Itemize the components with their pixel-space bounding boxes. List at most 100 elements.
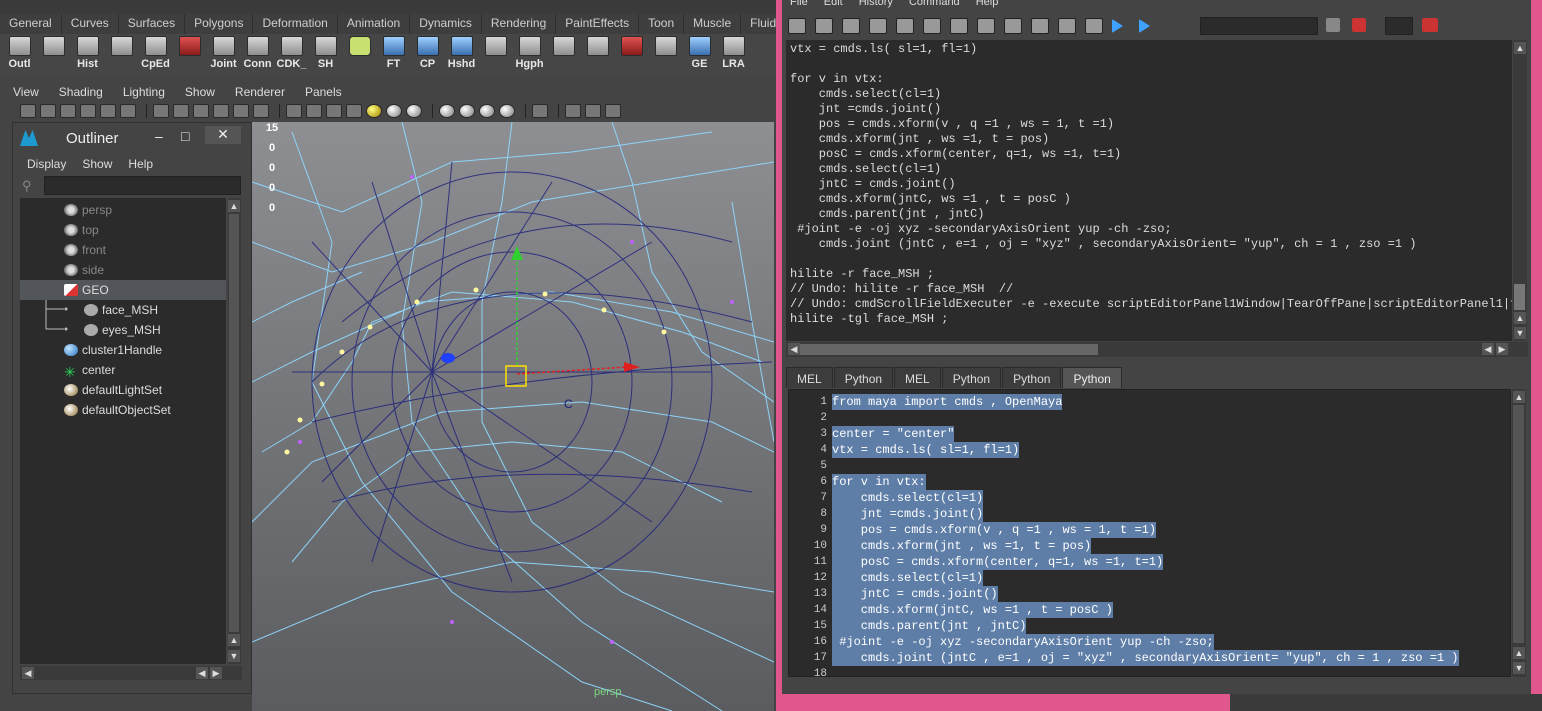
clear-history-icon[interactable] xyxy=(896,18,914,34)
code-line[interactable] xyxy=(832,458,838,474)
shelf-button-4[interactable]: CpEd xyxy=(140,34,171,72)
shelf-button-9[interactable]: SH xyxy=(310,34,341,72)
script-tab-0[interactable]: MEL xyxy=(786,367,833,388)
source-script-icon[interactable] xyxy=(815,18,833,34)
scroll-down-icon[interactable]: ▼ xyxy=(1513,662,1525,674)
scroll-right-icon[interactable]: ▶ xyxy=(210,667,222,679)
grease-pencil-icon[interactable] xyxy=(120,104,136,118)
code-line[interactable]: cmds.xform(jnt , ws =1, t = pos) xyxy=(832,538,1092,554)
outliner-menu-0[interactable]: Display xyxy=(20,154,75,172)
shelf-tab-3[interactable]: Polygons xyxy=(185,14,254,34)
input-vertical-scrollbar[interactable]: ▲ ▲ ▼ xyxy=(1512,389,1526,677)
outliner-item[interactable]: face_MSH xyxy=(20,300,226,320)
shelf-button-11[interactable]: FT xyxy=(378,34,409,72)
resolution-gate-icon[interactable] xyxy=(193,104,209,118)
show-input-icon[interactable] xyxy=(1004,18,1022,34)
scroll-up-icon[interactable]: ▲ xyxy=(228,200,240,212)
scroll-up-icon[interactable]: ▲ xyxy=(1513,647,1525,659)
outliner-item[interactable]: front xyxy=(20,240,226,260)
code-line[interactable]: pos = cmds.xform(v , q =1 , ws = 1, t =1… xyxy=(832,522,1157,538)
code-line[interactable]: posC = cmds.xform(center, q=1, ws =1, t=… xyxy=(832,554,1164,570)
scroll-thumb[interactable] xyxy=(800,344,1098,355)
script-input-pane[interactable]: 1 2 3 4 5 6 7 8 9 10 11 12 13 14 15 16 17 18 from maya imp… xyxy=(788,389,1511,677)
camera-attributes-icon[interactable] xyxy=(40,104,56,118)
shelf-button-17[interactable] xyxy=(582,34,613,72)
shelf-button-0[interactable]: Outl xyxy=(4,34,35,72)
minimize-icon[interactable]: – xyxy=(155,128,163,144)
outliner-item[interactable]: top xyxy=(20,220,226,240)
screen-space-ao-icon[interactable] xyxy=(406,104,422,118)
code-line[interactable] xyxy=(832,666,838,676)
scroll-thumb[interactable] xyxy=(229,214,239,632)
save-to-shelf-icon[interactable] xyxy=(869,18,887,34)
code-line[interactable]: center = "center" xyxy=(832,426,955,442)
depth-of-field-icon[interactable] xyxy=(479,104,495,118)
search-up-icon[interactable] xyxy=(1352,18,1366,32)
x-ray-icon[interactable] xyxy=(499,104,515,118)
script-tab-1[interactable]: Python xyxy=(833,367,894,388)
scroll-up-icon[interactable]: ▲ xyxy=(1514,42,1526,54)
outliner-search-input[interactable] xyxy=(44,176,241,195)
script-editor-menu-1[interactable]: Edit xyxy=(816,0,851,10)
script-editor-menu-4[interactable]: Help xyxy=(968,0,1007,10)
script-editor-menu-3[interactable]: Command xyxy=(901,0,968,10)
code-line[interactable]: #joint -e -oj xyz -secondaryAxisOrient y… xyxy=(832,634,1214,650)
shelf-button-19[interactable] xyxy=(650,34,681,72)
outliner-menu-1[interactable]: Show xyxy=(75,154,121,172)
show-both-icon[interactable] xyxy=(1031,18,1049,34)
script-tab-3[interactable]: Python xyxy=(941,367,1002,388)
shelf-button-7[interactable]: Conn xyxy=(242,34,273,72)
echo-commands-icon[interactable] xyxy=(1058,18,1076,34)
x-ray-joints-icon[interactable] xyxy=(565,104,581,118)
outliner-item[interactable]: cluster1Handle xyxy=(20,340,226,360)
shelf-button-14[interactable] xyxy=(480,34,511,72)
bookmark-icon[interactable] xyxy=(60,104,76,118)
smooth-shade-icon[interactable] xyxy=(306,104,322,118)
scroll-left-icon[interactable]: ◀ xyxy=(22,667,34,679)
field-chart-icon[interactable] xyxy=(233,104,249,118)
shelf-tab-10[interactable]: Muscle xyxy=(684,14,742,34)
viewport-menu-1[interactable]: Shading xyxy=(46,82,110,100)
outliner-item[interactable]: defaultObjectSet xyxy=(20,400,226,420)
execute-icon[interactable] xyxy=(1139,19,1150,33)
scroll-up-icon[interactable]: ▲ xyxy=(1513,391,1525,403)
film-gate-icon[interactable] xyxy=(173,104,189,118)
script-tab-2[interactable]: MEL xyxy=(894,367,941,388)
image-plane-icon[interactable] xyxy=(80,104,96,118)
code-line[interactable]: vtx = cmds.ls( sl=1, fl=1) xyxy=(832,442,1020,458)
clear-all-icon[interactable] xyxy=(950,18,968,34)
shelf-button-3[interactable] xyxy=(106,34,137,72)
code-line[interactable]: cmds.select(cl=1) xyxy=(832,570,984,586)
shelf-tab-0[interactable]: General xyxy=(0,14,62,34)
shelf-tab-6[interactable]: Dynamics xyxy=(410,14,482,34)
viewport-menu-4[interactable]: Renderer xyxy=(222,82,292,100)
share-icon[interactable] xyxy=(605,104,621,118)
outliner-item[interactable]: GEO xyxy=(20,280,226,300)
outliner-item[interactable]: ✳ center xyxy=(20,360,226,380)
shelf-button-1[interactable] xyxy=(38,34,69,72)
viewport-menu-3[interactable]: Show xyxy=(172,82,222,100)
outliner-item[interactable]: eyes_MSH xyxy=(20,320,226,340)
outliner-item[interactable]: defaultLightSet xyxy=(20,380,226,400)
shelf-button-15[interactable]: Hgph xyxy=(514,34,545,72)
outliner-menu-2[interactable]: Help xyxy=(121,154,162,172)
viewport-persp[interactable]: C xyxy=(252,122,774,711)
shelf-button-13[interactable]: Hshd xyxy=(446,34,477,72)
code-line[interactable]: cmds.xform(jntC, ws =1 , t = posC ) xyxy=(832,602,1113,618)
goto-line-icon[interactable] xyxy=(1422,18,1438,32)
clear-input-icon[interactable] xyxy=(923,18,941,34)
open-script-icon[interactable] xyxy=(788,18,806,34)
shelf-button-10[interactable] xyxy=(344,34,375,72)
shelf-button-6[interactable]: Joint xyxy=(208,34,239,72)
isolate-select-icon[interactable] xyxy=(532,104,548,118)
safe-action-icon[interactable] xyxy=(253,104,269,118)
viewport-menu-5[interactable]: Panels xyxy=(292,82,349,100)
history-vertical-scrollbar[interactable]: ▲ ▲ ▼ xyxy=(1513,40,1527,341)
scroll-up-icon[interactable]: ▲ xyxy=(1514,312,1526,324)
shelf-button-5[interactable] xyxy=(174,34,205,72)
scroll-down-icon[interactable]: ▼ xyxy=(228,650,240,662)
outliner-horizontal-scrollbar[interactable]: ◀ ◀ ▶ xyxy=(20,666,242,680)
shelf-tab-5[interactable]: Animation xyxy=(338,14,411,34)
shadows-icon[interactable] xyxy=(386,104,402,118)
textured-icon[interactable] xyxy=(346,104,362,118)
